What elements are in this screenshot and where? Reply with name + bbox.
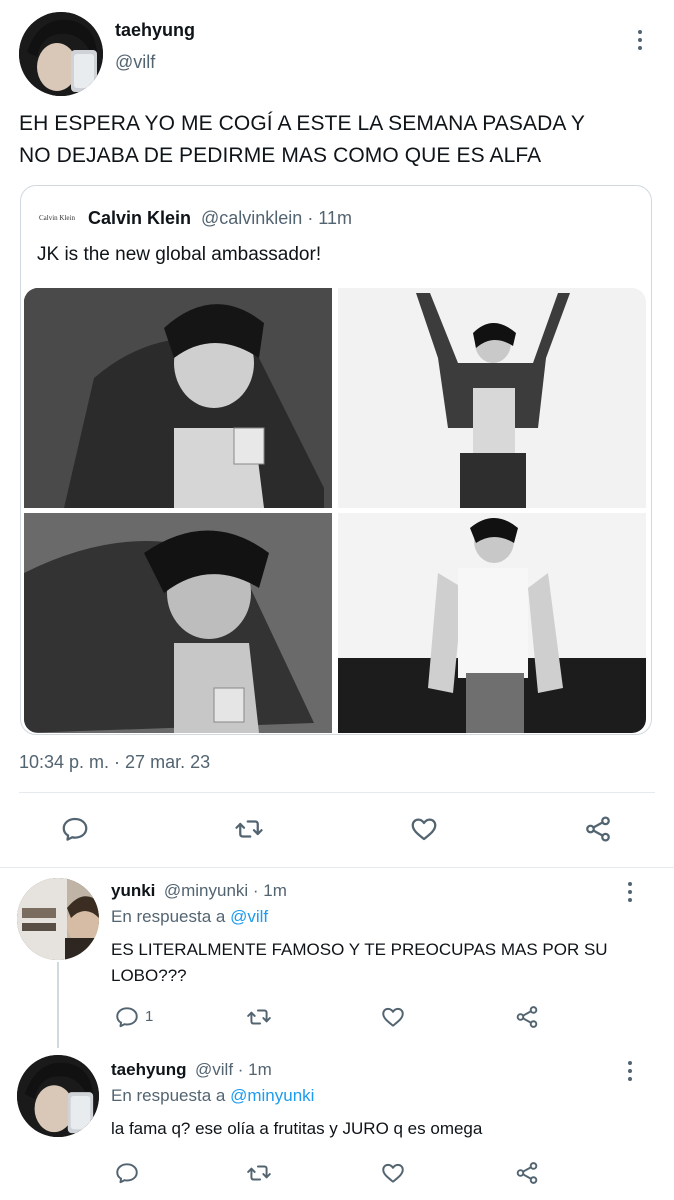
quoted-tweet-card[interactable]: Calvin Klein Calvin Klein @calvinklein ·…: [20, 185, 652, 735]
main-tweet-text: EH ESPERA YO ME COGÍ A ESTE LA SEMANA PA…: [19, 108, 659, 172]
reply-2-author-name[interactable]: taehyung: [111, 1060, 187, 1079]
speech-bubble-icon: [116, 1007, 138, 1028]
reply-1-handle-time[interactable]: @minyunki · 1m: [164, 881, 287, 900]
reply-1-author-name[interactable]: yunki: [111, 881, 155, 900]
reply-1-in-reply-to: En respuesta a @vilf: [111, 907, 268, 927]
reply-1-share-button[interactable]: [512, 1002, 542, 1032]
reply-1-retweet-button[interactable]: [244, 1002, 274, 1032]
share-nodes-icon: [586, 816, 610, 842]
quoted-tweet-text: JK is the new global ambassador!: [37, 244, 322, 265]
reply-1-reply-count: 1: [145, 1008, 154, 1025]
main-author-name[interactable]: taehyung: [115, 20, 195, 41]
share-nodes-icon: [516, 1006, 538, 1028]
reply-2-reply-prefix: En respuesta a: [111, 1086, 226, 1105]
heart-icon: [382, 1007, 404, 1027]
reply-2-reply-button[interactable]: [112, 1158, 142, 1188]
speech-bubble-icon: [62, 817, 88, 841]
reply-1-line-1: ES LITERALMENTE FAMOSO Y TE PREOCUPAS MA…: [111, 940, 608, 959]
heart-icon: [382, 1163, 404, 1183]
reply-2-share-button[interactable]: [512, 1158, 542, 1188]
reply-1-like-button[interactable]: [378, 1002, 408, 1032]
photo-3[interactable]: [24, 513, 332, 733]
reply-1-reply-button[interactable]: [112, 1002, 142, 1032]
reply-2-header: taehyung @vilf · 1m: [111, 1060, 272, 1080]
retweet-arrows-icon: [247, 1165, 271, 1181]
reply-2-in-reply-to: En respuesta a @minyunki: [111, 1086, 314, 1106]
share-button[interactable]: [583, 814, 613, 844]
reply-1-avatar[interactable]: [17, 878, 99, 960]
reply-2-handle-time[interactable]: @vilf · 1m: [195, 1060, 272, 1079]
reply-1-line-2: LOBO???: [111, 966, 187, 985]
reply-2-text: la fama q? ese olía a frutitas y JURO q …: [111, 1119, 483, 1138]
photo-1[interactable]: [24, 288, 332, 508]
share-nodes-icon: [516, 1162, 538, 1184]
reply-1-header: yunki @minyunki · 1m: [111, 881, 287, 901]
like-button[interactable]: [409, 814, 439, 844]
reply-2-like-button[interactable]: [378, 1158, 408, 1188]
divider-top: [19, 792, 655, 793]
reply-2-retweet-button[interactable]: [244, 1158, 274, 1188]
reply-1-text: ES LITERALMENTE FAMOSO Y TE PREOCUPAS MA…: [111, 937, 651, 989]
main-tweet-line-2: NO DEJABA DE PEDIRME MAS COMO QUE ES ALF…: [19, 144, 542, 167]
quoted-author-name[interactable]: Calvin Klein: [88, 208, 191, 229]
quoted-author-handle-time[interactable]: @calvinklein · 11m: [201, 208, 352, 229]
reply-1-reply-prefix: En respuesta a: [111, 907, 226, 926]
reply-2-mention-link[interactable]: @minyunki: [230, 1086, 314, 1105]
reply-1-mention-link[interactable]: @vilf: [230, 907, 268, 926]
main-author-handle[interactable]: @vilf: [115, 52, 155, 73]
thread-connector: [57, 962, 59, 1048]
reply-2-more-icon[interactable]: [618, 1059, 642, 1083]
reply-button[interactable]: [60, 814, 90, 844]
main-tweet-line-1: EH ESPERA YO ME COGÍ A ESTE LA SEMANA PA…: [19, 112, 585, 135]
photo-grid: [24, 288, 646, 733]
reply-1-more-icon[interactable]: [618, 880, 642, 904]
reply-2-avatar[interactable]: [17, 1055, 99, 1137]
heart-icon: [411, 818, 437, 841]
retweet-arrows-icon: [235, 820, 263, 838]
main-avatar[interactable]: [19, 12, 103, 96]
divider-bottom: [0, 867, 674, 868]
retweet-button[interactable]: [234, 814, 264, 844]
calvin-klein-logo: Calvin Klein: [39, 214, 75, 222]
speech-bubble-icon: [116, 1163, 138, 1184]
retweet-arrows-icon: [247, 1009, 271, 1025]
main-tweet-timestamp[interactable]: 10:34 p. m. · 27 mar. 23: [19, 752, 210, 773]
photo-2[interactable]: [338, 288, 646, 508]
photo-4[interactable]: [338, 513, 646, 733]
main-more-icon[interactable]: [628, 28, 652, 52]
